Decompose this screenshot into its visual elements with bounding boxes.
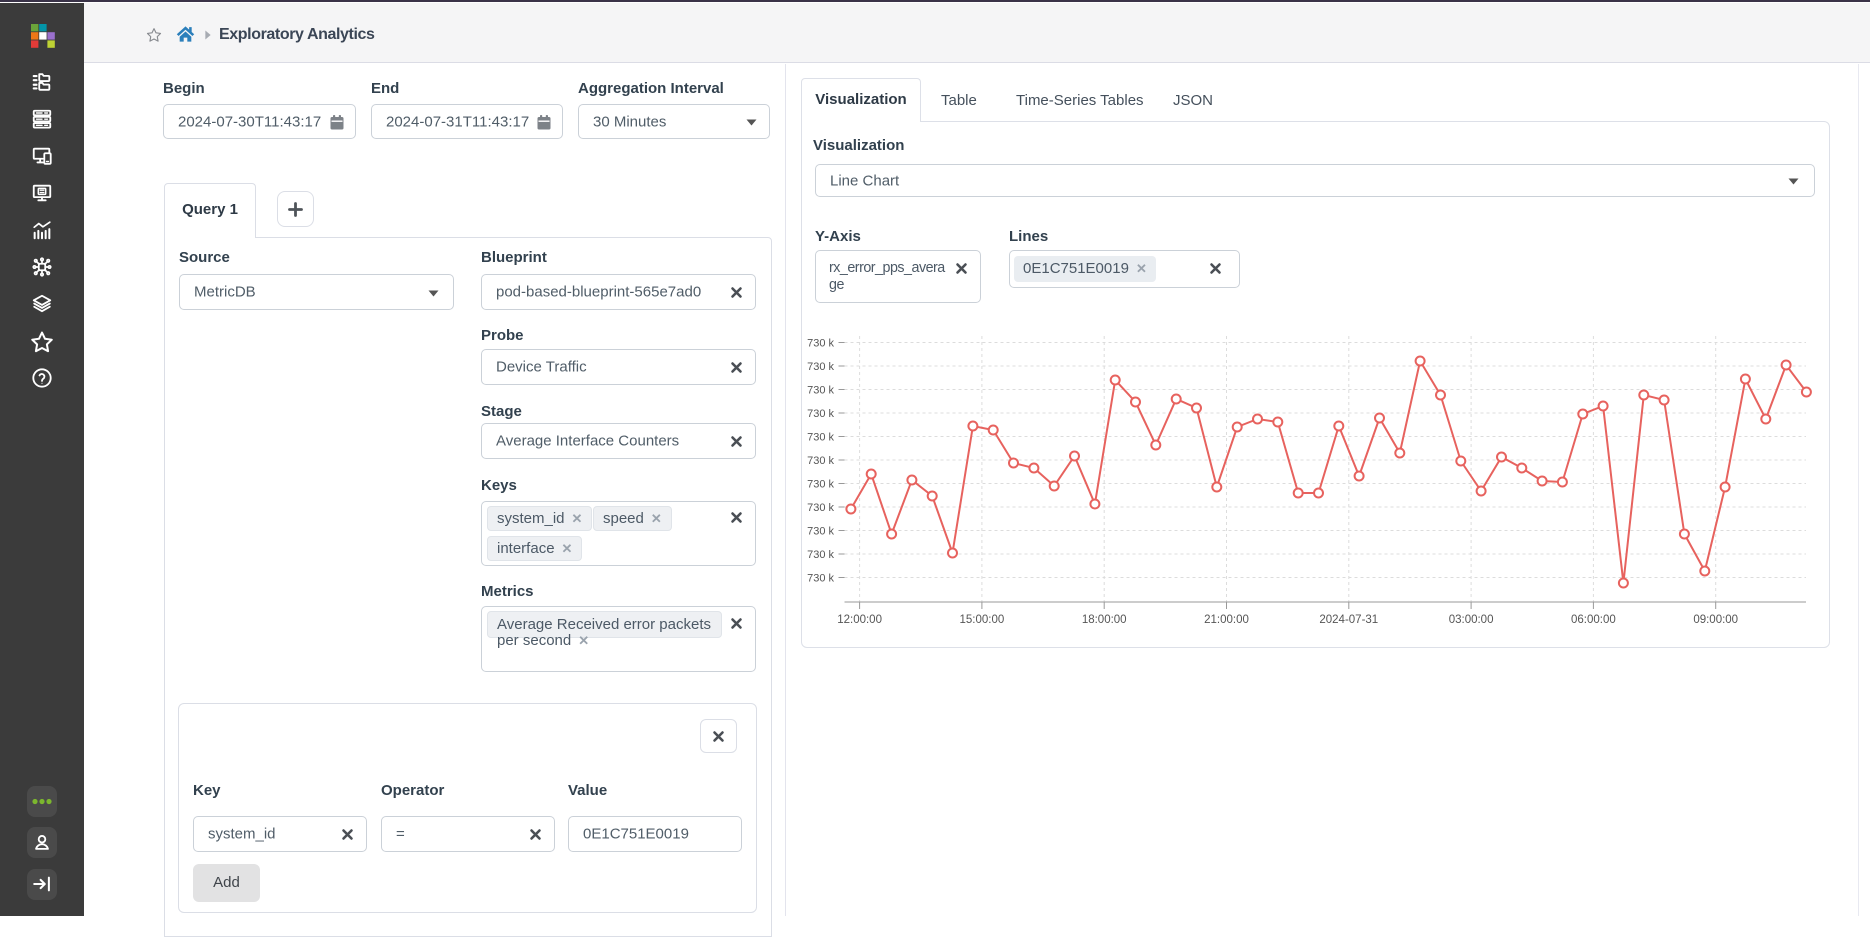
svg-text:730 k: 730 k [807, 432, 834, 444]
svg-text:730 k: 730 k [807, 502, 834, 514]
svg-text:06:00:00: 06:00:00 [1571, 614, 1616, 626]
svg-text:2024-07-31: 2024-07-31 [1319, 614, 1378, 626]
svg-text:15:00:00: 15:00:00 [960, 614, 1005, 626]
svg-text:730 k: 730 k [807, 408, 834, 420]
svg-text:21:00:00: 21:00:00 [1204, 614, 1249, 626]
svg-text:730 k: 730 k [807, 573, 834, 585]
svg-text:730 k: 730 k [807, 526, 834, 538]
svg-text:730 k: 730 k [807, 385, 834, 397]
svg-text:18:00:00: 18:00:00 [1082, 614, 1127, 626]
svg-text:730 k: 730 k [807, 361, 834, 373]
svg-text:730 k: 730 k [807, 338, 834, 350]
svg-text:730 k: 730 k [807, 479, 834, 491]
svg-text:03:00:00: 03:00:00 [1449, 614, 1494, 626]
svg-text:730 k: 730 k [807, 549, 834, 561]
svg-text:730 k: 730 k [807, 455, 834, 467]
svg-text:09:00:00: 09:00:00 [1693, 614, 1738, 626]
svg-text:12:00:00: 12:00:00 [837, 614, 882, 626]
